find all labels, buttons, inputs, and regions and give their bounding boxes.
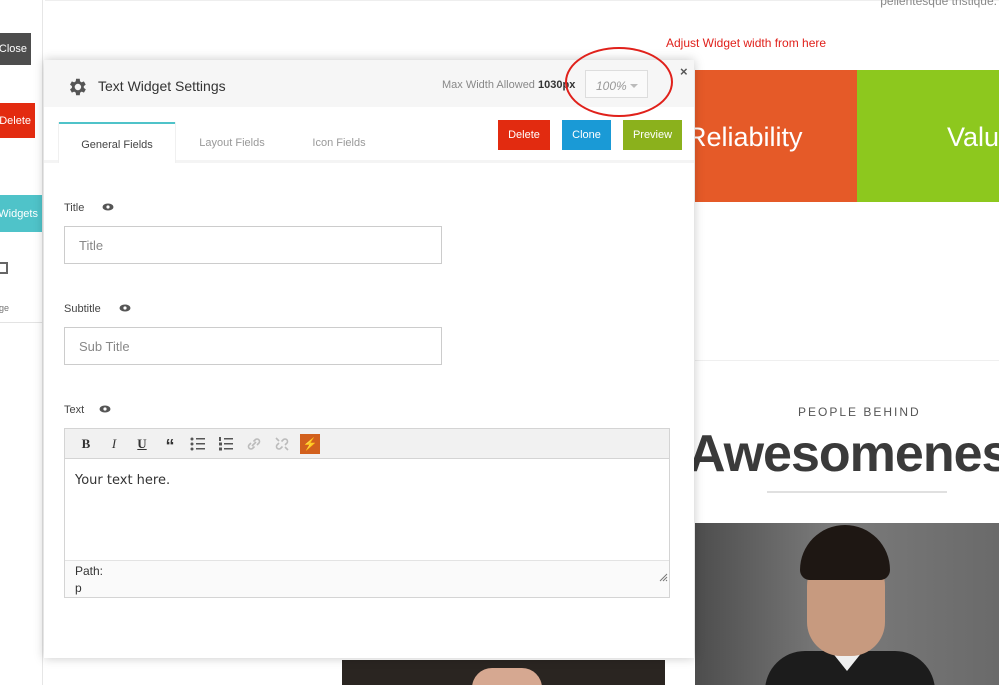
italic-button[interactable]: I [104, 434, 124, 454]
modal-title: Text Widget Settings [98, 78, 226, 94]
eye-icon[interactable] [102, 203, 114, 211]
image-icon[interactable] [0, 262, 8, 274]
bold-button[interactable]: B [76, 434, 96, 454]
eye-icon[interactable] [119, 304, 131, 312]
page-top-divider [45, 0, 999, 1]
editor-status-bar: Path: p [65, 560, 669, 597]
section-kicker: PEOPLE BEHIND [798, 405, 921, 419]
subtitle-field-label: Subtitle [64, 303, 101, 315]
preview-button[interactable]: Preview [623, 120, 682, 150]
text-field-label: Text [64, 404, 85, 416]
unlink-icon[interactable] [272, 434, 292, 454]
delete-button[interactable]: Delete [498, 120, 550, 150]
gear-icon [70, 78, 86, 96]
page: Close Delete Widgets Page pellentesque t… [0, 0, 999, 685]
close-icon[interactable]: × [680, 64, 688, 79]
annotation-circle [565, 47, 673, 117]
page-label: Page [0, 303, 10, 313]
photo-hair [800, 525, 890, 580]
text-widget-settings-modal: Text Widget Settings Max Width Allowed 1… [44, 60, 694, 658]
section-headline: Awesomeness [688, 425, 999, 483]
close-button[interactable]: Close [0, 33, 31, 65]
tab-bar: General Fields Layout Fields Icon Fields… [44, 107, 694, 163]
section-divider [695, 360, 999, 361]
annotation-text: Adjust Widget width from here [666, 36, 827, 50]
builder-sidebar: Close Delete Widgets Page [0, 0, 43, 685]
close-button-label: Close [0, 43, 27, 55]
feature-tile-value-label: Value [947, 122, 999, 152]
photo-face-woman [472, 668, 542, 685]
team-photo-man [695, 523, 999, 685]
feature-tile-reliability-label: Reliability [695, 122, 803, 152]
eye-icon[interactable] [99, 405, 111, 413]
path-value: p [75, 581, 82, 595]
delete-page-button[interactable]: Delete [0, 103, 35, 138]
subtitle-input[interactable]: Sub Title [64, 327, 442, 365]
max-width-label: Max Width Allowed [442, 79, 535, 91]
clone-button[interactable]: Clone [562, 120, 611, 150]
blockquote-button[interactable]: “ [160, 434, 180, 456]
underline-button[interactable]: U [132, 434, 152, 454]
delete-page-label: Delete [0, 114, 31, 127]
title-input[interactable]: Title [64, 226, 442, 264]
editor-toolbar: B I U “ ⚡ [65, 429, 669, 459]
tab-layout-fields[interactable]: Layout Fields [189, 122, 275, 163]
widgets-label: Widgets [0, 207, 38, 220]
rich-text-editor: B I U “ ⚡ Your text here. Path: p [64, 428, 670, 598]
tab-icon-fields[interactable]: Icon Fields [306, 122, 372, 163]
link-icon[interactable] [244, 434, 264, 454]
title-field-label: Title [64, 202, 85, 214]
body-text-snippet: pellentesque tristique. [880, 0, 997, 8]
path-label: Path: [75, 564, 104, 578]
sidebar-divider [0, 322, 43, 323]
editor-content[interactable]: Your text here. [75, 473, 170, 488]
bullet-list-icon[interactable] [188, 434, 208, 454]
feature-tile-reliability: Reliability [695, 70, 857, 202]
team-photo-woman [342, 660, 665, 685]
headline-underline [767, 491, 947, 493]
feature-tile-value: Value [857, 70, 999, 202]
widgets-button[interactable]: Widgets [0, 195, 42, 232]
resize-handle-icon[interactable] [658, 572, 668, 582]
shortcode-bolt-icon[interactable]: ⚡ [300, 434, 320, 454]
tab-general-fields[interactable]: General Fields [59, 122, 175, 163]
max-width-info: Max Width Allowed 1030px [442, 79, 575, 91]
numbered-list-icon[interactable] [216, 434, 236, 454]
